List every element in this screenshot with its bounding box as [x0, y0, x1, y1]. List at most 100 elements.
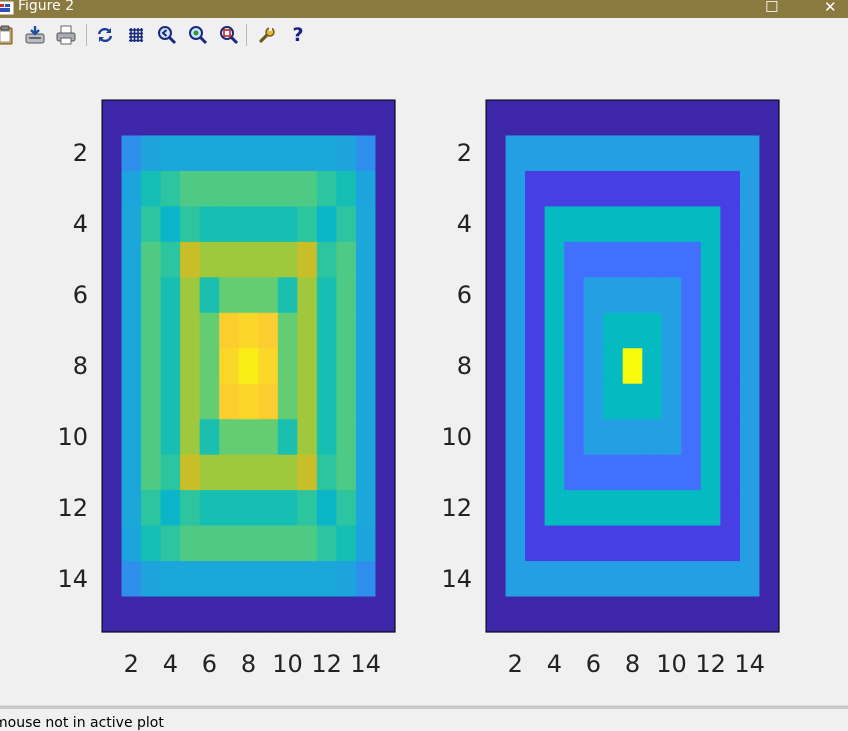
maximize-button[interactable]: ☐	[765, 0, 778, 16]
heatmap-cell	[121, 206, 142, 243]
x-tick-label: 8	[625, 650, 640, 678]
heatmap-cell	[160, 135, 181, 172]
heatmap-cell	[141, 170, 162, 207]
figure-canvas[interactable]: 2 4 6 8 10 12 1424681012142 4 6 8 10 12 142468101214	[0, 52, 848, 704]
heatmap-cell	[681, 312, 702, 349]
heatmap-cell	[355, 277, 377, 314]
heatmap-cell	[141, 490, 162, 527]
heatmap-cell	[642, 490, 663, 527]
heatmap-cell	[316, 383, 337, 420]
heatmap-cell	[121, 383, 142, 420]
heatmap-cell	[258, 454, 279, 491]
settings-button[interactable]	[254, 23, 280, 47]
heatmap-cell	[102, 383, 123, 420]
help-icon: ?	[292, 24, 304, 46]
heatmap-cell	[505, 135, 526, 172]
heatmap-cell	[102, 561, 123, 598]
heatmap-cell	[681, 454, 702, 491]
heatmap-cell	[759, 206, 780, 243]
heatmap-cell	[297, 206, 318, 243]
heatmap-cell	[564, 277, 585, 314]
heatmap-cell	[603, 561, 624, 598]
heatmap-cell	[102, 419, 123, 456]
heatmap-cell	[720, 348, 741, 385]
heatmap-cell	[375, 170, 396, 207]
heatmap-cell	[102, 525, 123, 562]
heatmap-cell	[700, 490, 721, 527]
heatmap-cell	[336, 241, 357, 278]
heatmap-cell	[583, 348, 604, 385]
heatmap-cell	[336, 454, 357, 491]
grid-button[interactable]	[123, 23, 149, 47]
heatmap-cell	[258, 312, 279, 349]
heatmap-cell	[160, 241, 181, 278]
status-text: mouse not in active plot	[0, 715, 164, 731]
heatmap-cell	[160, 383, 181, 420]
heatmap-cell	[219, 170, 240, 207]
heatmap-cell	[199, 525, 220, 562]
heatmap-cell	[258, 277, 279, 314]
heatmap-cell	[759, 170, 780, 207]
heatmap-cell	[375, 241, 396, 278]
heatmap-cell	[375, 454, 396, 491]
heatmap-cell	[720, 100, 741, 137]
heatmap-cell	[661, 419, 682, 456]
heatmap-cell	[759, 454, 780, 491]
heatmap-cell	[121, 525, 142, 562]
heatmap-cell	[141, 419, 162, 456]
heatmap-cell	[486, 312, 507, 349]
toolbar-separator	[246, 24, 247, 46]
y-tick-label: 6	[73, 281, 88, 309]
heatmap-cell	[141, 383, 162, 420]
heatmap-cell	[739, 596, 761, 633]
refresh-button[interactable]	[92, 23, 118, 47]
heatmap-cell	[622, 348, 643, 385]
heatmap-cell	[199, 241, 220, 278]
close-button[interactable]: ✕	[824, 0, 837, 16]
heatmap-cell	[219, 277, 240, 314]
heatmap-cell	[505, 170, 526, 207]
heatmap-cell	[525, 206, 546, 243]
heatmap-cell	[375, 383, 396, 420]
heatmap-cell	[277, 561, 298, 598]
zoom-out-button[interactable]	[154, 23, 180, 47]
heatmap-cell	[238, 419, 259, 456]
help-button[interactable]: ?	[285, 23, 311, 47]
heatmap-cell	[121, 454, 142, 491]
heatmap-cell	[525, 383, 546, 420]
heatmap-cell	[525, 525, 546, 562]
heatmap-cell	[700, 419, 721, 456]
heatmap-cell	[759, 135, 780, 172]
heatmap-cell	[622, 170, 643, 207]
heatmap-cell	[564, 596, 585, 633]
export-button[interactable]	[22, 23, 48, 47]
heatmap-cell	[355, 206, 377, 243]
zoom-in-button[interactable]	[185, 23, 211, 47]
zoom-fit-button[interactable]	[216, 23, 242, 47]
heatmap-cell	[355, 561, 377, 598]
print-button[interactable]	[53, 23, 79, 47]
heatmap-cell	[375, 206, 396, 243]
zoom-in-icon	[189, 26, 208, 45]
heatmap-cell	[622, 277, 643, 314]
heatmap-cell	[316, 490, 337, 527]
x-tick-label: 12	[695, 650, 726, 678]
heatmap-cell	[238, 100, 259, 137]
heatmap-cell	[739, 525, 761, 562]
heatmap-cell	[642, 312, 663, 349]
heatmap-cell	[583, 454, 604, 491]
heatmap-cell	[121, 241, 142, 278]
heatmap-cell	[739, 100, 761, 137]
heatmap-cell	[583, 277, 604, 314]
heatmap-cell	[583, 241, 604, 278]
heatmap-cell	[121, 561, 142, 598]
heatmap-cell	[297, 170, 318, 207]
heatmap-cell	[297, 561, 318, 598]
heatmap-cell	[622, 419, 643, 456]
heatmap-cell	[720, 277, 741, 314]
heatmap-cell	[603, 454, 624, 491]
heatmap-cell	[739, 419, 761, 456]
copy-clipboard-button[interactable]	[0, 23, 18, 47]
heatmap-cell	[160, 170, 181, 207]
heatmap-cell	[720, 454, 741, 491]
